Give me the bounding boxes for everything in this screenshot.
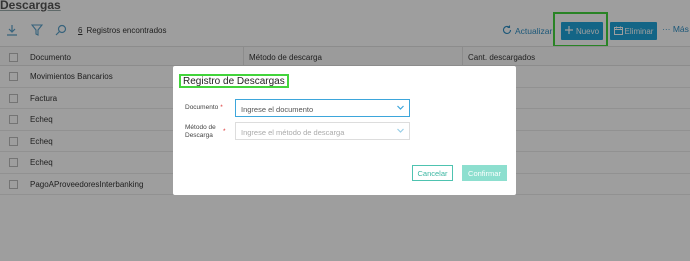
metodo-descarga-select[interactable]: Ingrese el método de descarga (235, 122, 410, 140)
chevron-down-icon (396, 103, 405, 112)
cancel-button[interactable]: Cancelar (412, 165, 453, 181)
documento-label: Documento * (185, 104, 223, 112)
required-mark: * (223, 128, 226, 135)
documento-select-placeholder: Ingrese el documento (241, 104, 314, 114)
documento-label-text: Documento (185, 104, 219, 111)
required-mark: * (220, 104, 223, 111)
metodo-select-placeholder: Ingrese el método de descarga (241, 127, 345, 137)
metodo-label-line-1: Método de (185, 124, 216, 131)
modal-title-highlight: Registro de Descargas (179, 74, 289, 88)
metodo-label-line-2: Descarga (185, 132, 213, 139)
metodo-label: Método de Descarga * (185, 124, 226, 140)
registro-descargas-dialog: Registro de Descargas Documento * Ingrese… (173, 66, 516, 195)
modal-title: Registro de Descargas (183, 75, 285, 87)
chevron-down-icon (396, 126, 405, 135)
documento-select[interactable]: Ingrese el documento (235, 99, 410, 117)
confirm-button[interactable]: Confirmar (462, 165, 507, 181)
